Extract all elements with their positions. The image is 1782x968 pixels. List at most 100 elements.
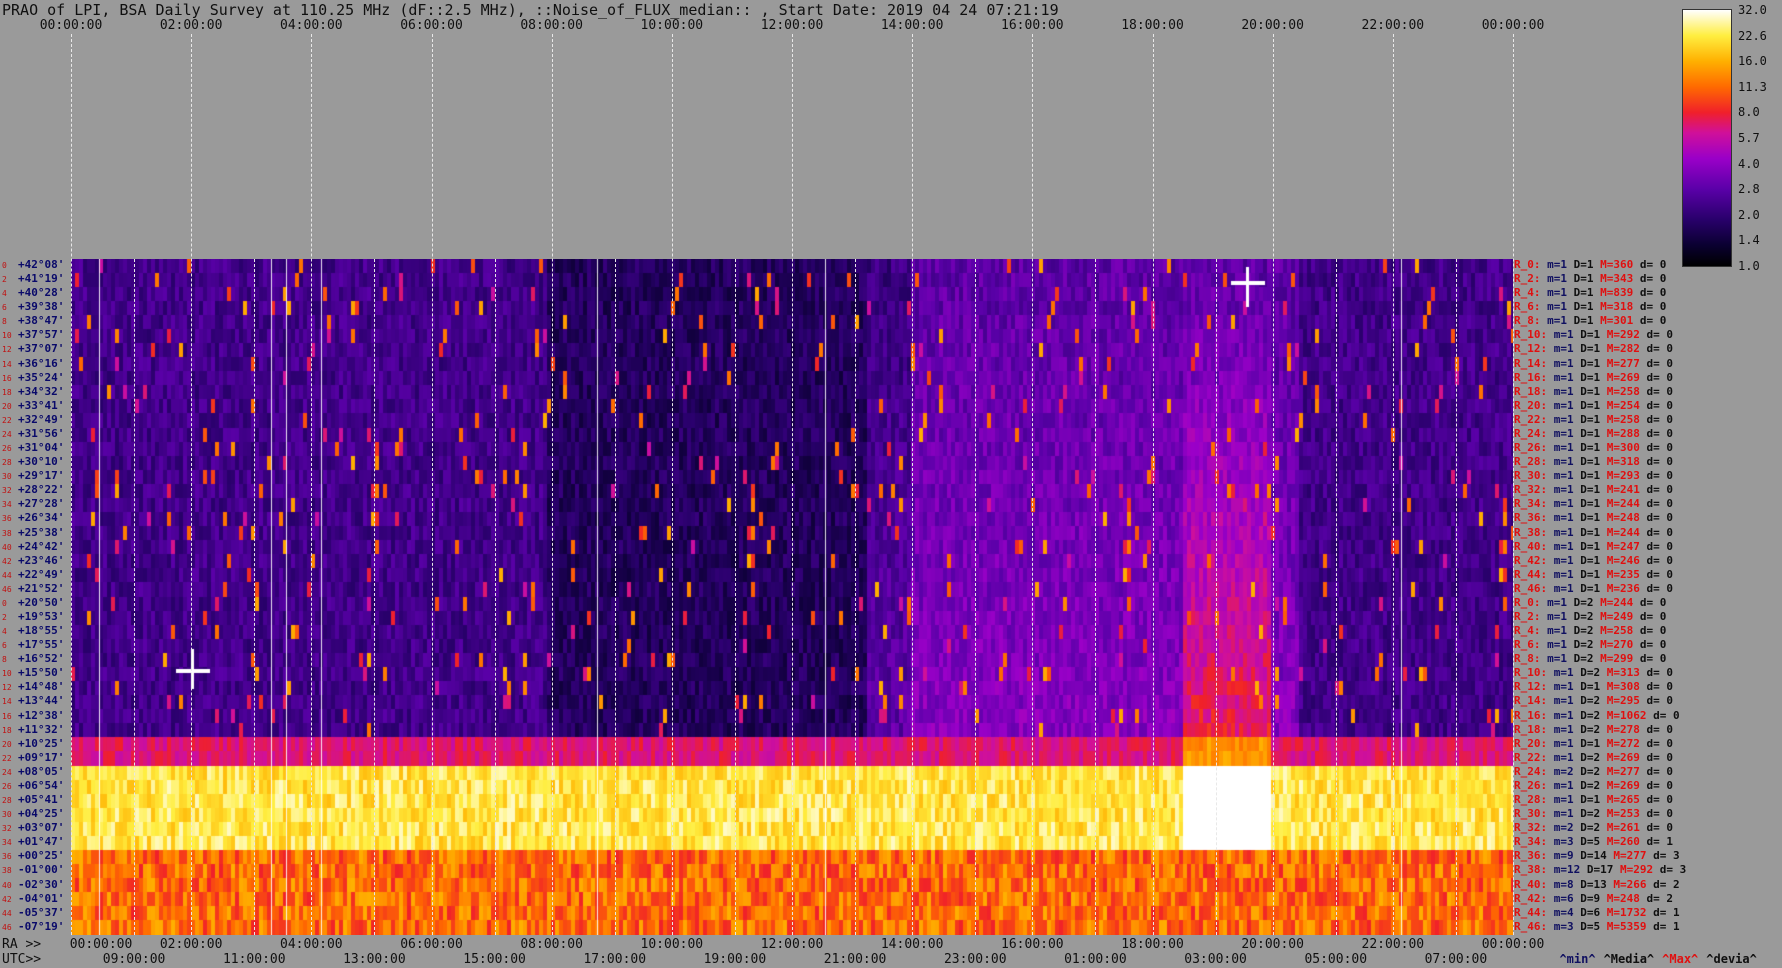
- row-median: D=1: [1580, 567, 1607, 581]
- declination-label: 46 -07°19': [2, 920, 70, 934]
- row-min: m=1: [1553, 370, 1581, 384]
- vertical-guide: [71, 34, 72, 935]
- row-stat: R_44: m=4 D=6 M=1732 d= 1: [1514, 906, 1680, 920]
- ra-tick-label: 22:00:00: [1361, 937, 1425, 952]
- row-stat: R_26: m=1 D=1 M=300 d= 0: [1514, 441, 1673, 455]
- row-max: M=246: [1606, 553, 1647, 567]
- declination-label: 20 +33°41': [2, 399, 70, 413]
- row-name: R_40:: [1514, 877, 1554, 891]
- row-name: R_0:: [1514, 595, 1548, 609]
- row-median: D=1: [1580, 469, 1607, 483]
- row-name: R_42:: [1514, 891, 1554, 905]
- declination-value: +37°07': [18, 342, 65, 356]
- row-devia: d= 0: [1646, 455, 1674, 469]
- declination-label: 24 +08°05': [2, 765, 70, 779]
- colorbar-tick: 8.0: [1738, 105, 1760, 120]
- row-median: D=1: [1580, 426, 1607, 440]
- declination-value: +05°41': [18, 793, 65, 807]
- row-index: 18: [2, 387, 12, 397]
- row-index: 26: [2, 781, 12, 791]
- row-stat: R_4: m=1 D=2 M=258 d= 0: [1514, 624, 1666, 638]
- utc-tick-label: 03:00:00: [1184, 952, 1247, 967]
- row-max: M=258: [1606, 384, 1647, 398]
- row-devia: d= 0: [1646, 398, 1674, 412]
- declination-value: +23°46': [18, 553, 65, 567]
- row-max: M=277: [1606, 356, 1647, 370]
- row-name: R_40:: [1514, 539, 1554, 553]
- row-devia: d= 0: [1653, 708, 1680, 722]
- row-name: R_6:: [1514, 300, 1548, 314]
- ra-tick-label: 16:00:00: [1001, 937, 1064, 952]
- row-min: m=1: [1553, 581, 1581, 595]
- row-index: 4: [2, 627, 7, 637]
- vertical-guide: [1392, 34, 1394, 935]
- row-devia: d= 3: [1653, 849, 1680, 863]
- row-min: m=6: [1553, 891, 1581, 905]
- row-index: 42: [2, 894, 12, 904]
- declination-label: 22 +32°49': [2, 413, 70, 427]
- row-devia: d= 0: [1646, 736, 1674, 750]
- row-max: M=266: [1613, 877, 1654, 891]
- row-min: m=1: [1547, 652, 1574, 666]
- declination-label: 8 +16°52': [2, 652, 70, 666]
- row-stat: R_26: m=1 D=2 M=269 d= 0: [1514, 779, 1673, 793]
- utc-tick-label: 07:00:00: [1424, 952, 1488, 967]
- row-index: 0: [2, 598, 7, 608]
- utc-tick-label: 01:00:00: [1064, 952, 1127, 967]
- declination-value: -02°30': [18, 877, 65, 891]
- row-name: R_2:: [1514, 610, 1548, 623]
- declination-label: 2 +19°53': [2, 610, 70, 624]
- declination-value: +38°47': [18, 314, 65, 328]
- declination-value: +40°28': [18, 286, 65, 300]
- row-stat: R_12: m=1 D=1 M=308 d= 0: [1514, 680, 1673, 694]
- row-median: D=6: [1580, 905, 1607, 919]
- row-median: D=1: [1580, 398, 1607, 412]
- top-tick-label: 04:00:00: [280, 18, 343, 33]
- top-tick-label: 00:00:00: [39, 18, 103, 33]
- row-stat: R_22: m=1 D=2 M=269 d= 0: [1514, 751, 1673, 765]
- row-devia: d= 0: [1646, 666, 1674, 680]
- row-name: R_46:: [1514, 581, 1554, 595]
- chart-title: PRAO of LPI, BSA Daily Survey at 110.25 …: [2, 1, 1059, 19]
- row-name: R_24:: [1514, 426, 1554, 440]
- declination-value: +42°08': [18, 258, 65, 271]
- row-index: 30: [2, 810, 12, 820]
- declination-value: +36°16': [18, 356, 65, 370]
- row-devia: d= 0: [1639, 258, 1667, 271]
- legend-devia: ^devia^: [1706, 952, 1757, 966]
- row-min: m=8: [1553, 877, 1581, 891]
- row-min: m=1: [1553, 539, 1581, 553]
- top-tick-label: 06:00:00: [400, 18, 463, 33]
- row-max: M=5359: [1606, 919, 1654, 933]
- declination-value: +01°47': [18, 835, 65, 849]
- row-index: 18: [2, 725, 12, 735]
- row-stat: R_14: m=1 D=1 M=277 d= 0: [1514, 357, 1673, 371]
- utc-tick-label: 15:00:00: [463, 952, 526, 967]
- row-min: m=1: [1553, 441, 1581, 455]
- row-name: R_22:: [1514, 750, 1554, 764]
- row-devia: d= 0: [1646, 764, 1674, 778]
- row-median: D=1: [1580, 525, 1607, 539]
- row-devia: d= 2: [1653, 877, 1680, 891]
- row-name: R_34:: [1514, 835, 1554, 849]
- row-min: m=1: [1547, 300, 1574, 314]
- declination-value: +11°32': [18, 722, 65, 736]
- top-tick-label: 10:00:00: [640, 18, 704, 33]
- row-median: D=1: [1573, 286, 1601, 300]
- row-min: m=1: [1547, 638, 1574, 652]
- row-min: m=1: [1553, 511, 1581, 525]
- stat-legend: ^min^ ^Media^ ^Max^ ^devia^: [1545, 938, 1765, 966]
- row-stat: R_34: m=3 D=5 M=260 d= 1: [1514, 835, 1673, 849]
- declination-label: 42 +23°46': [2, 554, 70, 568]
- vertical-guide: [912, 34, 914, 935]
- row-max: M=247: [1606, 539, 1647, 553]
- row-stat: R_6: m=1 D=2 M=270 d= 0: [1514, 638, 1666, 652]
- row-index: 44: [2, 908, 12, 918]
- declination-label: 32 +28°22': [2, 483, 70, 497]
- row-stat: R_0: m=1 D=2 M=244 d= 0: [1514, 596, 1666, 610]
- declination-value: +21°52': [18, 581, 65, 595]
- row-index: 16: [2, 373, 12, 383]
- row-median: D=2: [1573, 638, 1601, 652]
- row-stat: R_28: m=1 D=1 M=265 d= 0: [1514, 793, 1673, 807]
- row-median: D=2: [1580, 778, 1607, 792]
